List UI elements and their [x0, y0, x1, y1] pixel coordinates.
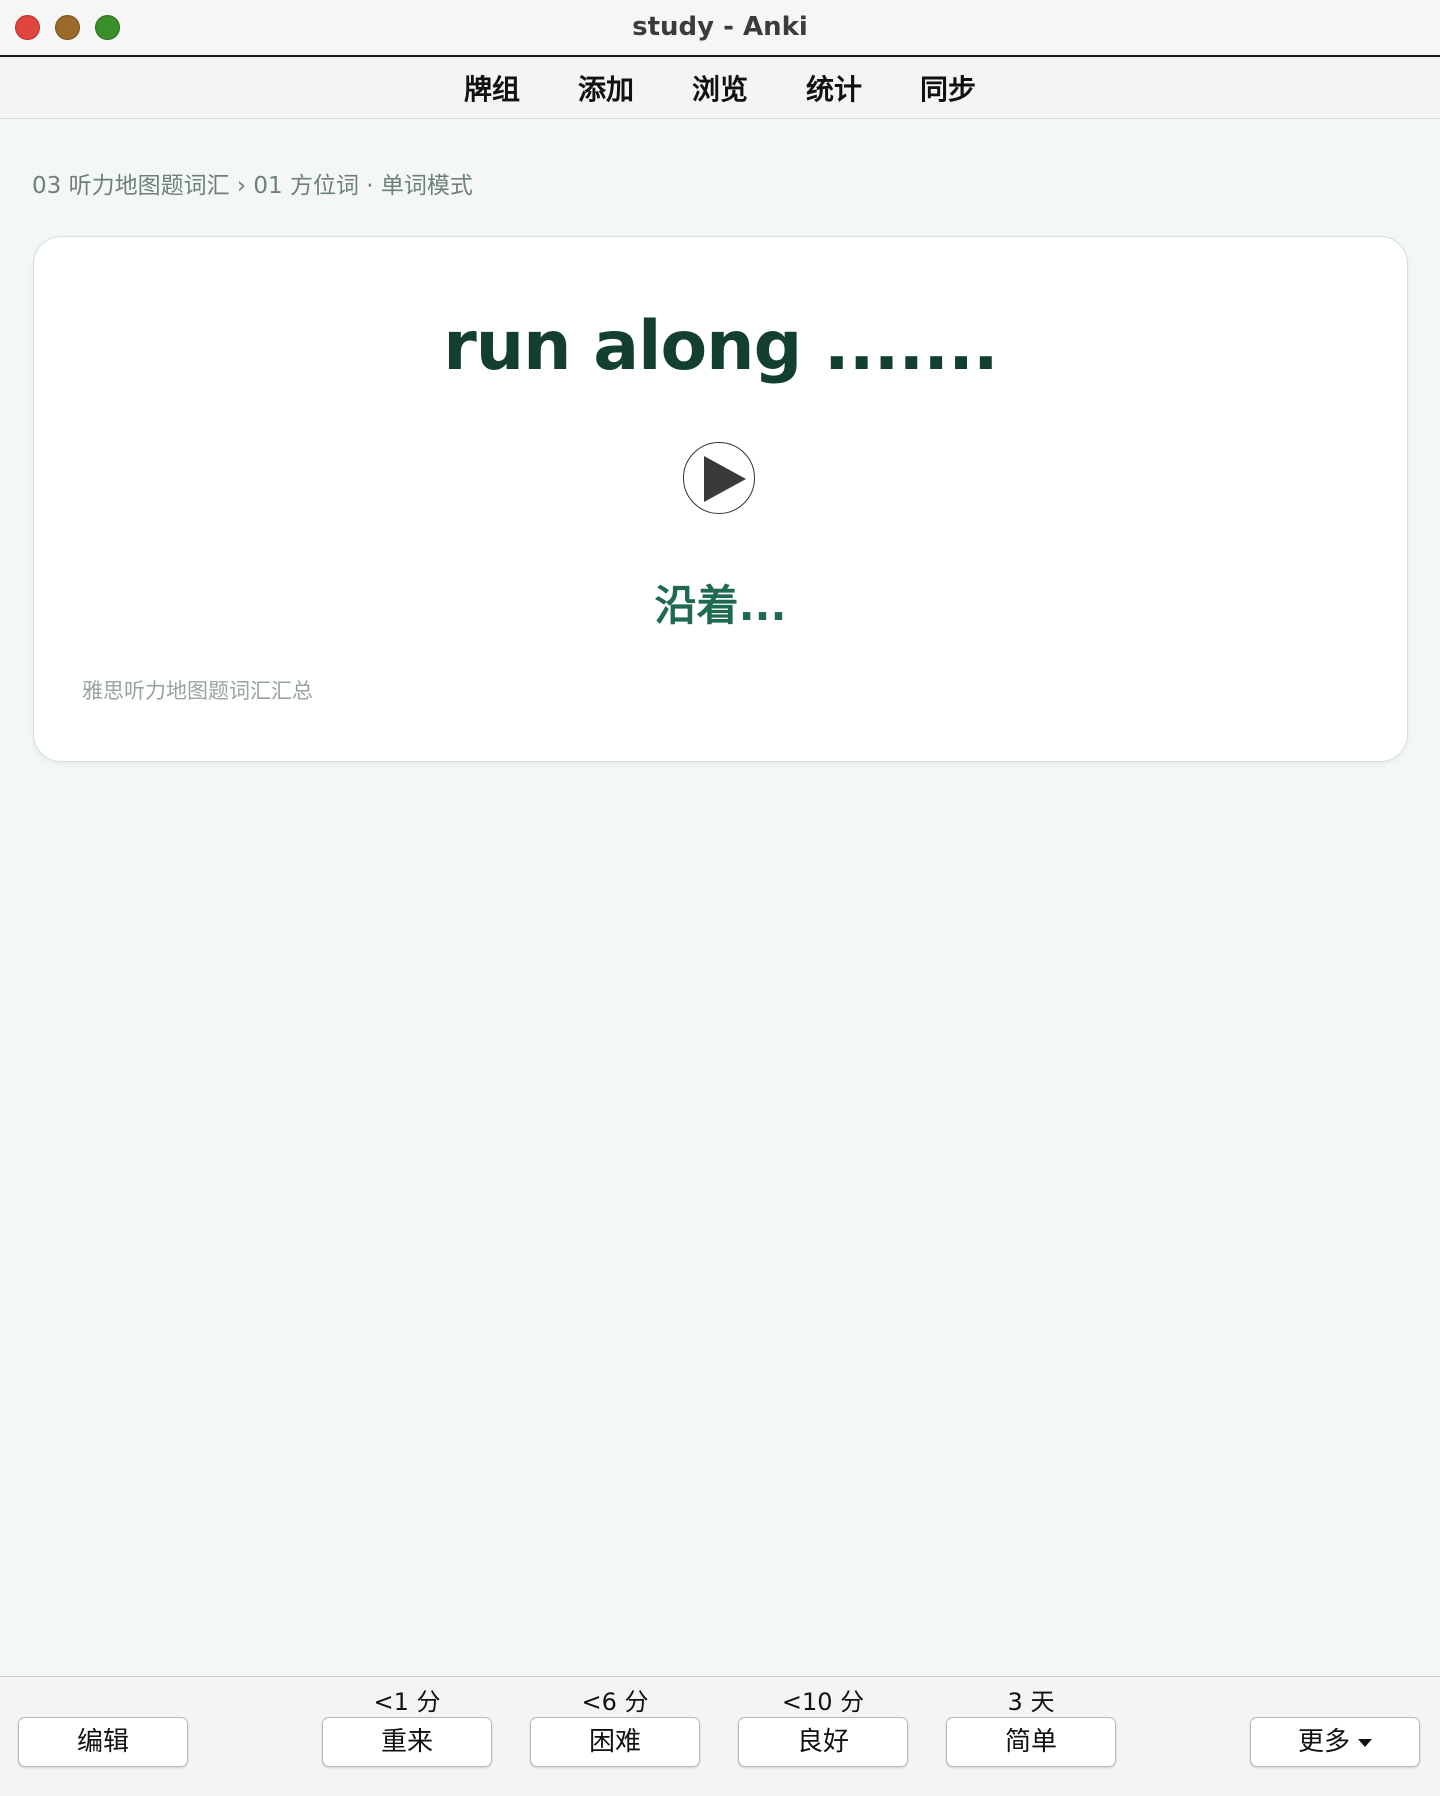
good-interval: <10 分	[781, 1688, 865, 1716]
anki-window: study - Anki 牌组 添加 浏览 统计 同步 03 听力地图题词汇 ›…	[0, 0, 1440, 1796]
good-button[interactable]: 良好	[738, 1717, 908, 1767]
card-word: run along .......	[443, 307, 999, 386]
nav-browse[interactable]: 浏览	[692, 68, 748, 108]
again-interval: <1 分	[373, 1688, 441, 1716]
nav-add[interactable]: 添加	[578, 68, 634, 108]
top-nav: 牌组 添加 浏览 统计 同步	[0, 57, 1440, 119]
easy-interval: 3 天	[1007, 1688, 1055, 1716]
play-audio-button[interactable]	[683, 442, 755, 514]
play-icon	[704, 456, 746, 502]
chevron-down-icon	[1358, 1738, 1372, 1747]
nav-stats[interactable]: 统计	[806, 68, 862, 108]
breadcrumb: 03 听力地图题词汇 › 01 方位词 · 单词模式	[32, 173, 473, 199]
window-title: study - Anki	[632, 12, 808, 42]
edit-button[interactable]: 编辑	[18, 1717, 188, 1767]
flashcard: run along ....... 沿着... 雅思听力地图题词汇汇总	[33, 236, 1408, 762]
easy-button[interactable]: 简单	[946, 1717, 1116, 1767]
nav-decks[interactable]: 牌组	[464, 68, 520, 108]
again-button[interactable]: 重来	[322, 1717, 492, 1767]
hard-button[interactable]: 困难	[530, 1717, 700, 1767]
card-meaning: 沿着...	[654, 581, 787, 630]
card-source: 雅思听力地图题词汇汇总	[82, 679, 313, 703]
title-bar: study - Anki	[0, 0, 1440, 57]
nav-sync[interactable]: 同步	[920, 68, 976, 108]
more-button-label: 更多	[1297, 1727, 1350, 1757]
more-button[interactable]: 更多	[1250, 1717, 1420, 1767]
hard-interval: <6 分	[581, 1688, 649, 1716]
answer-bar: 编辑 <1 分 重来 <6 分 困难 <10 分 良好 3 天 简单 更多	[0, 1676, 1440, 1796]
